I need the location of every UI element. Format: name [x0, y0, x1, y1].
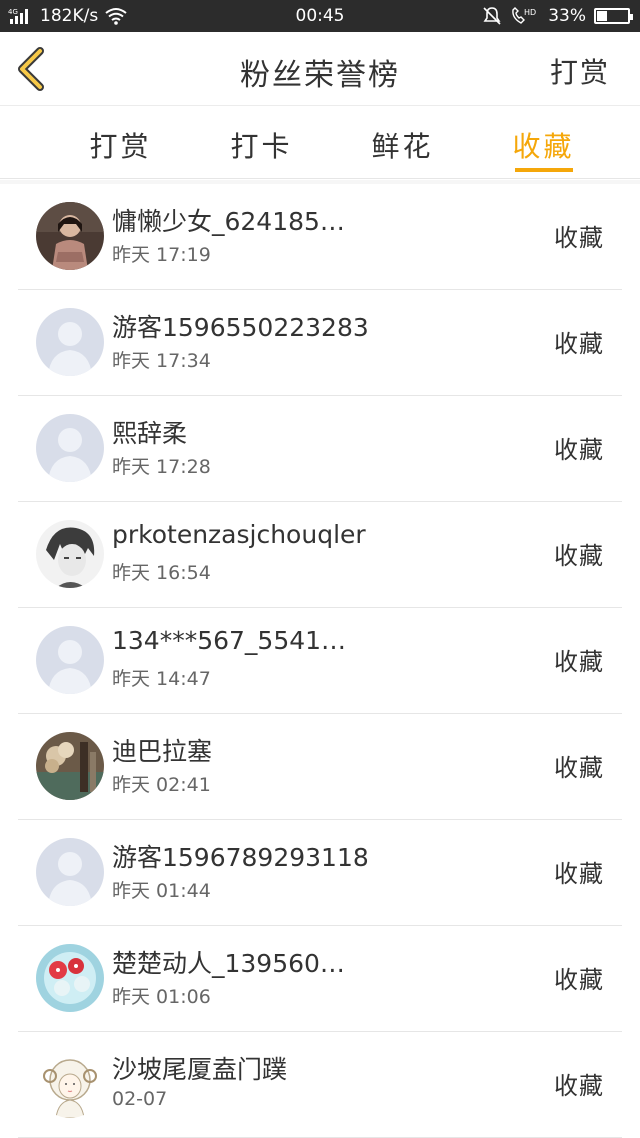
reward-button[interactable]: 打赏 [550, 51, 610, 91]
tab-label: 收藏 [512, 130, 575, 163]
timestamp: 昨天 01:06 [112, 986, 211, 1008]
back-button[interactable] [14, 46, 54, 92]
action-label: 收藏 [554, 754, 604, 782]
user-name: prkotenzasjchouqler [112, 520, 366, 549]
status-left: 4G 182K/s [8, 0, 128, 32]
status-bar: 4G 182K/s 00:45 HD 33% [0, 0, 640, 32]
timestamp: 02-07 [112, 1088, 168, 1110]
tab-flowers[interactable]: 鲜花 [332, 107, 473, 178]
timestamp: 昨天 16:54 [112, 562, 211, 584]
tab-bar: 打赏 打卡 鲜花 收藏 [0, 107, 640, 179]
signal-icon: 4G [8, 7, 34, 25]
list-item[interactable]: 134***567_5541… 昨天 14:47 收藏 [18, 608, 622, 714]
timestamp: 昨天 17:19 [112, 244, 211, 266]
tab-label: 打赏 [89, 130, 152, 163]
user-name: 游客1596550223283 [112, 313, 369, 342]
list-item[interactable]: 游客1596789293118 昨天 01:44 收藏 [18, 820, 622, 926]
tab-reward[interactable]: 打赏 [50, 107, 191, 178]
avatar-photo-cakes[interactable] [36, 944, 104, 1012]
svg-text:4G: 4G [8, 8, 18, 16]
avatar-cartoon-sheep[interactable] [36, 1050, 104, 1118]
user-name: 慵懒少女_624185… [112, 207, 345, 236]
avatar-photo-girl[interactable] [36, 202, 104, 270]
timestamp: 昨天 17:28 [112, 456, 211, 478]
action-label: 收藏 [554, 648, 604, 676]
list-item[interactable]: 楚楚动人_139560… 昨天 01:06 收藏 [18, 926, 622, 1032]
tab-collect[interactable]: 收藏 [473, 107, 614, 178]
svg-text:HD: HD [524, 8, 536, 17]
user-name: 游客1596789293118 [112, 843, 369, 872]
wifi-icon [104, 7, 128, 25]
list-item[interactable]: 沙坡尾厦盍门蹼 02-07 收藏 [18, 1032, 622, 1138]
default-user-icon[interactable] [36, 414, 104, 482]
default-user-icon[interactable] [36, 308, 104, 376]
default-user-icon[interactable] [36, 626, 104, 694]
timestamp: 昨天 01:44 [112, 880, 211, 902]
avatar-anime-sketch[interactable] [36, 520, 104, 588]
list-item[interactable]: 迪巴拉塞 昨天 02:41 收藏 [18, 714, 622, 820]
action-label: 收藏 [554, 1072, 604, 1100]
battery-percent: 33% [548, 6, 586, 26]
hd-call-icon: HD [510, 6, 540, 26]
user-name: 沙坡尾厦盍门蹼 [112, 1055, 288, 1084]
action-label: 收藏 [554, 542, 604, 570]
timestamp: 昨天 17:34 [112, 350, 211, 372]
mute-bell-icon [482, 6, 502, 26]
action-label: 收藏 [554, 436, 604, 464]
chevron-left-icon [18, 47, 44, 91]
timestamp: 昨天 14:47 [112, 668, 211, 690]
status-right: HD 33% [482, 0, 633, 32]
tab-checkin[interactable]: 打卡 [191, 107, 332, 178]
user-name: 迪巴拉塞 [112, 737, 213, 766]
tab-label: 打卡 [230, 130, 293, 163]
fan-list: 慵懒少女_624185… 昨天 17:19 收藏 游客1596550223283… [18, 184, 622, 1138]
list-item[interactable]: 游客1596550223283 昨天 17:34 收藏 [18, 290, 622, 396]
list-item[interactable]: prkotenzasjchouqler 昨天 16:54 收藏 [18, 502, 622, 608]
list-item[interactable]: 慵懒少女_624185… 昨天 17:19 收藏 [18, 184, 622, 290]
action-label: 收藏 [554, 966, 604, 994]
battery-icon [594, 8, 633, 24]
timestamp: 昨天 02:41 [112, 774, 211, 796]
header: 粉丝荣誉榜 打赏 [0, 32, 640, 106]
default-user-icon[interactable] [36, 838, 104, 906]
user-name: 楚楚动人_139560… [112, 949, 345, 978]
tab-label: 鲜花 [371, 130, 434, 163]
active-tab-indicator [514, 168, 573, 172]
user-name: 熙辞柔 [112, 419, 188, 448]
user-name: 134***567_5541… [112, 626, 347, 655]
page-title: 粉丝荣誉榜 [240, 58, 400, 93]
action-label: 收藏 [554, 860, 604, 888]
list-item[interactable]: 熙辞柔 昨天 17:28 收藏 [18, 396, 622, 502]
action-label: 收藏 [554, 330, 604, 358]
network-speed: 182K/s [40, 6, 99, 26]
battery-fill [597, 11, 607, 21]
action-label: 收藏 [554, 224, 604, 252]
avatar-photo-flowers[interactable] [36, 732, 104, 800]
